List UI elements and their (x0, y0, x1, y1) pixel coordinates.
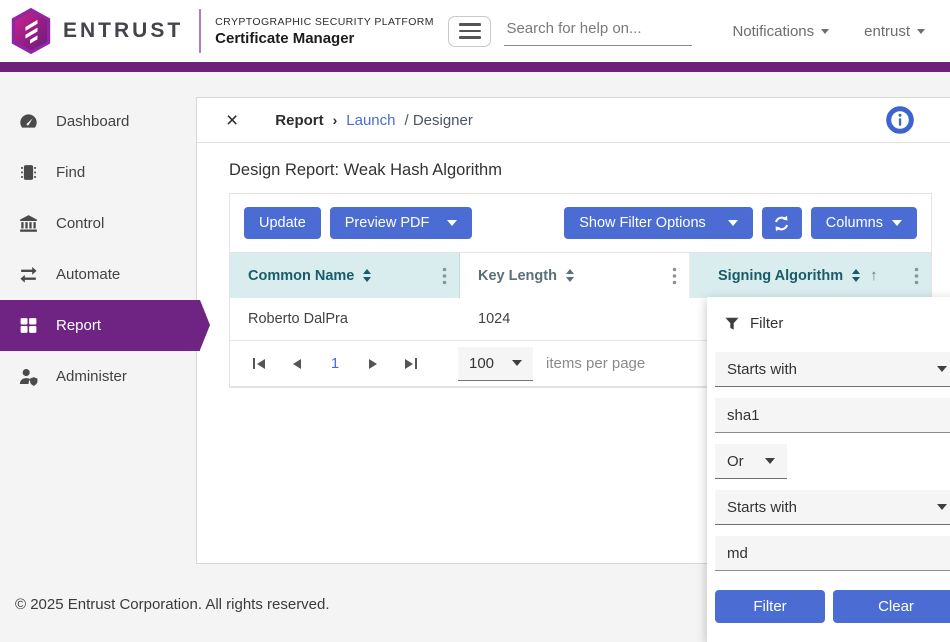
column-menu-icon[interactable] (442, 267, 447, 285)
chevron-down-icon (892, 220, 902, 226)
table-header-row: Common Name Key Length Signing Algorithm (230, 253, 931, 298)
column-menu-icon[interactable] (914, 267, 919, 285)
sort-icon (566, 269, 574, 282)
brand-accent-bar (0, 62, 950, 72)
page-size-dropdown[interactable]: 100 (458, 347, 533, 381)
grid-toolbar: Update Preview PDF Show Filter Options (230, 194, 931, 253)
columns-button[interactable]: Columns (811, 207, 917, 239)
sidebar-item-label: Control (56, 215, 104, 232)
sort-icon (363, 269, 371, 282)
sidebar-item-control[interactable]: Control (0, 198, 200, 249)
sidebar-item-automate[interactable]: Automate (0, 249, 200, 300)
sidebar-item-administer[interactable]: Administer (0, 351, 200, 402)
sidebar-item-report[interactable]: Report (0, 300, 200, 351)
arrows-swap-icon (18, 264, 39, 285)
preview-pdf-button[interactable]: Preview PDF (330, 207, 473, 239)
filter-popup-title: Filter (725, 315, 950, 332)
entrust-logo-icon (8, 7, 54, 55)
breadcrumb-section: Report (275, 112, 323, 129)
info-icon[interactable] (886, 106, 914, 134)
sidebar-item-find[interactable]: Find (0, 147, 200, 198)
sort-icon (852, 269, 860, 282)
bank-icon (18, 213, 39, 234)
refresh-button[interactable] (762, 207, 802, 239)
cell-key-length: 1024 (460, 298, 690, 340)
notifications-dropdown[interactable]: Notifications (732, 23, 829, 40)
first-page-button[interactable] (244, 350, 274, 378)
chevron-down-icon (512, 360, 522, 366)
account-dropdown[interactable]: entrust (864, 23, 925, 40)
account-label: entrust (864, 23, 910, 40)
breadcrumb-current: / Designer (405, 112, 473, 129)
column-header-signing-algorithm[interactable]: Signing Algorithm ↑ (690, 253, 931, 298)
items-per-page-label: items per page (546, 355, 645, 372)
chevron-right-icon: › (333, 112, 338, 128)
filter-value-2-input[interactable] (715, 536, 950, 571)
sort-ascending-icon: ↑ (870, 267, 878, 284)
filter-operator-1-select[interactable]: Starts with (715, 352, 950, 387)
app-header: ENTRUST CRYPTOGRAPHIC SECURITY PLATFORM … (0, 0, 950, 62)
sidebar-item-dashboard[interactable]: Dashboard (0, 96, 200, 147)
chevron-down-icon (765, 458, 775, 464)
last-page-button[interactable] (396, 350, 426, 378)
sidebar-nav: Dashboard Find Control (0, 96, 200, 402)
platform-label: CRYPTOGRAPHIC SECURITY PLATFORM (215, 16, 434, 28)
cell-common-name: Roberto DalPra (230, 298, 460, 340)
page-number[interactable]: 1 (320, 355, 350, 372)
chevron-down-icon (447, 220, 457, 226)
funnel-icon (725, 317, 739, 331)
user-shield-icon (18, 366, 39, 387)
copyright-text: © 2025 Entrust Corporation. All rights r… (15, 596, 330, 613)
product-label: Certificate Manager (215, 30, 434, 47)
sidebar-item-label: Administer (56, 368, 127, 385)
panel-header: × Report › Launch / Designer (197, 98, 950, 143)
chevron-down-icon (821, 29, 829, 34)
grid-icon (18, 315, 39, 336)
column-filter-popup: Filter Starts with Or Starts with Filter… (707, 297, 950, 642)
column-header-common-name[interactable]: Common Name (230, 253, 460, 298)
filter-value-1-input[interactable] (715, 398, 950, 433)
filter-operator-2-select[interactable]: Starts with (715, 490, 950, 525)
chevron-down-icon (937, 504, 947, 510)
chevron-down-icon (728, 220, 738, 226)
close-icon[interactable]: × (226, 110, 238, 131)
sidebar-item-label: Dashboard (56, 113, 129, 130)
filter-logic-select[interactable]: Or (715, 444, 787, 479)
brand-divider (199, 9, 201, 53)
next-page-button[interactable] (358, 350, 388, 378)
column-menu-icon[interactable] (672, 267, 677, 285)
sidebar-item-label: Automate (56, 266, 120, 283)
chip-icon (18, 162, 39, 183)
menu-toggle-button[interactable] (448, 16, 491, 47)
previous-page-button[interactable] (282, 350, 312, 378)
breadcrumb-link-launch[interactable]: Launch (346, 112, 395, 129)
sidebar-item-label: Report (56, 317, 101, 334)
brand-wordmark: ENTRUST (63, 19, 183, 43)
help-search-input[interactable] (504, 16, 692, 46)
filter-clear-button[interactable]: Clear (833, 590, 950, 623)
entrust-brand: ENTRUST CRYPTOGRAPHIC SECURITY PLATFORM … (8, 7, 434, 55)
breadcrumb: Report › Launch / Designer (275, 112, 473, 129)
gauge-icon (18, 111, 39, 132)
sidebar-item-label: Find (56, 164, 85, 181)
page-title: Design Report: Weak Hash Algorithm (229, 161, 932, 180)
filter-apply-button[interactable]: Filter (715, 590, 825, 623)
chevron-down-icon (917, 29, 925, 34)
column-header-key-length[interactable]: Key Length (460, 253, 690, 298)
chevron-down-icon (937, 366, 947, 372)
update-button[interactable]: Update (244, 207, 321, 239)
notifications-label: Notifications (732, 23, 814, 40)
refresh-icon (772, 214, 791, 233)
show-filter-options-button[interactable]: Show Filter Options (564, 207, 753, 239)
